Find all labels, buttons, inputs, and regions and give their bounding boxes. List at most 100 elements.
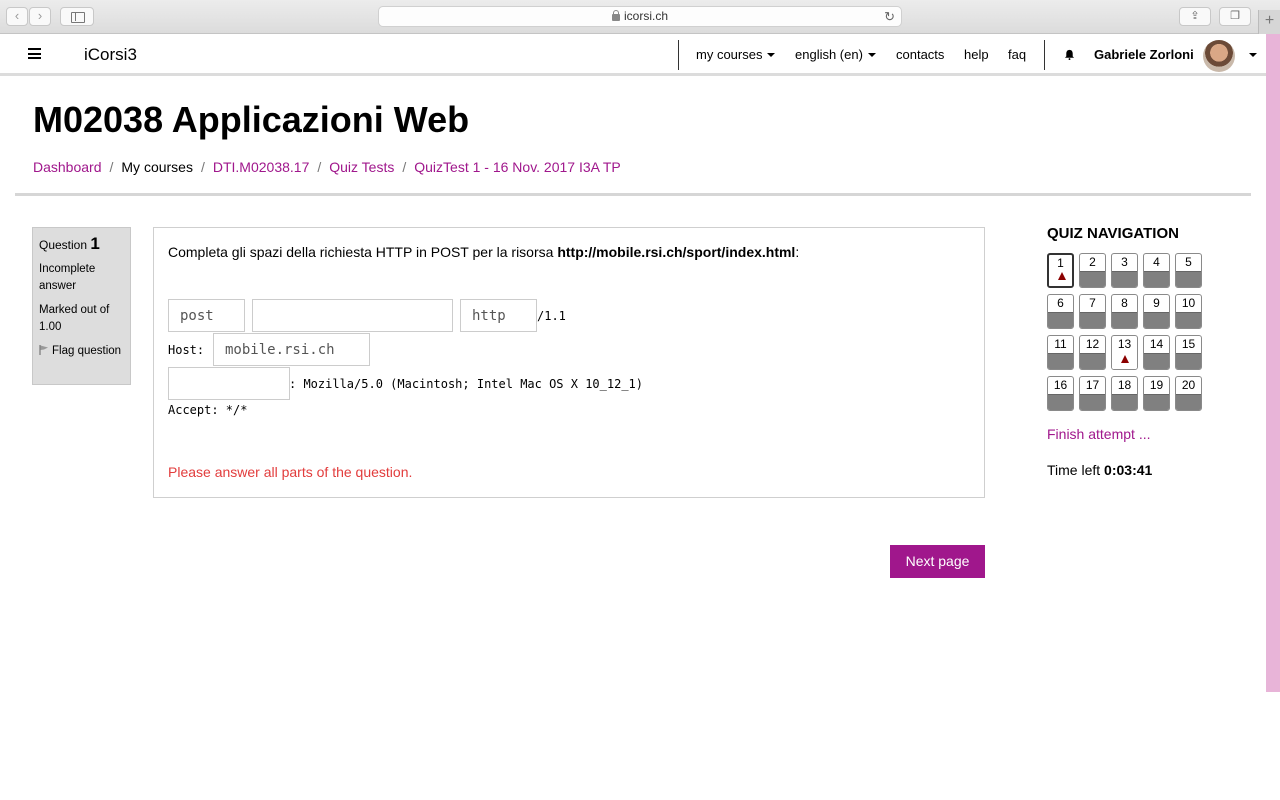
http-version: /1.1 (537, 309, 566, 323)
nav-help[interactable]: help (964, 47, 989, 62)
quiz-nav-number: 6 (1057, 296, 1064, 310)
finish-attempt-link[interactable]: Finish attempt ... (1047, 426, 1150, 442)
breadcrumb-dashboard[interactable]: Dashboard (33, 159, 102, 175)
accept-line: Accept: */* (168, 403, 248, 417)
quiz-nav-question-10[interactable]: 10 (1175, 294, 1202, 329)
scrollbar[interactable] (1266, 34, 1280, 692)
validation-error: Please answer all parts of the question. (168, 464, 413, 480)
quiz-nav-question-4[interactable]: 4 (1143, 253, 1170, 288)
flag-question-link[interactable]: Flag question (39, 343, 124, 360)
quiz-nav-question-3[interactable]: 3 (1111, 253, 1138, 288)
divider (15, 193, 1251, 196)
quiz-nav-question-6[interactable]: 6 (1047, 294, 1074, 329)
question-info: Question 1 Incomplete answer Marked out … (32, 227, 131, 385)
quiz-navigation-title: QUIZ NAVIGATION (1047, 225, 1179, 242)
question-state (1176, 271, 1201, 287)
quiz-nav-question-18[interactable]: 18 (1111, 376, 1138, 411)
nav-my-courses[interactable]: my courses (696, 47, 776, 62)
brand-logo[interactable]: iCorsi3 (84, 45, 137, 65)
chevron-down-icon (867, 53, 876, 57)
question-state (1080, 312, 1105, 328)
question-state (1112, 394, 1137, 410)
chevron-down-icon (767, 53, 776, 57)
user-agent-text: : Mozilla/5.0 (Macintosh; Intel Mac OS X… (289, 377, 644, 391)
question-marks: Marked out of 1.00 (39, 304, 110, 333)
breadcrumb-course[interactable]: DTI.M02038.17 (213, 159, 310, 175)
quiz-nav-question-7[interactable]: 7 (1079, 294, 1106, 329)
nav-contacts[interactable]: contacts (896, 47, 944, 62)
next-page-button[interactable]: Next page (890, 545, 985, 578)
quiz-nav-question-13[interactable]: 13 (1111, 335, 1138, 370)
quiz-nav-number: 4 (1153, 255, 1160, 269)
browser-toolbar: ‹ › icorsi.ch ↻ ⇪ ❐ + (0, 0, 1280, 34)
menu-icon[interactable] (28, 48, 41, 59)
quiz-nav-number: 14 (1149, 337, 1164, 351)
quiz-nav-number: 17 (1085, 378, 1100, 392)
quiz-nav-number: 5 (1185, 255, 1192, 269)
quiz-nav-question-9[interactable]: 9 (1143, 294, 1170, 329)
timer-value: 0:03:41 (1104, 462, 1153, 478)
question-state (1080, 353, 1105, 369)
quiz-nav-number: 15 (1181, 337, 1196, 351)
share-icon[interactable]: ⇪ (1179, 7, 1211, 26)
question-status: Incomplete answer (39, 263, 96, 292)
question-state (1048, 353, 1073, 369)
path-field[interactable] (252, 299, 453, 332)
host-field[interactable] (213, 333, 370, 366)
back-button[interactable]: ‹ (6, 7, 28, 26)
quiz-nav-question-11[interactable]: 11 (1047, 335, 1074, 370)
quiz-nav-number: 16 (1053, 378, 1068, 392)
quiz-nav-number: 13 (1117, 337, 1132, 351)
flag-triangle-icon (1112, 353, 1137, 369)
user-menu-chevron-down-icon[interactable] (1249, 53, 1257, 57)
quiz-nav-number: 7 (1089, 296, 1096, 310)
nav-faq[interactable]: faq (1008, 47, 1026, 62)
forward-button[interactable]: › (29, 7, 51, 26)
question-state (1144, 353, 1169, 369)
question-state (1048, 312, 1073, 328)
question-state (1112, 271, 1137, 287)
site-header: iCorsi3 my courses english (en) contacts… (0, 34, 1266, 76)
question-state (1144, 312, 1169, 328)
quiz-nav-question-1[interactable]: 1 (1047, 253, 1074, 288)
reload-icon[interactable]: ↻ (884, 7, 895, 26)
tabs-overview-icon[interactable]: ❐ (1219, 7, 1251, 26)
question-state (1176, 312, 1201, 328)
quiz-nav-question-15[interactable]: 15 (1175, 335, 1202, 370)
nav-language[interactable]: english (en) (795, 47, 876, 62)
question-content: Completa gli spazi della richiesta HTTP … (153, 227, 985, 498)
address-bar[interactable]: icorsi.ch ↻ (378, 6, 902, 27)
protocol-field[interactable] (460, 299, 537, 332)
flag-icon (39, 345, 48, 355)
quiz-nav-question-14[interactable]: 14 (1143, 335, 1170, 370)
breadcrumb-quiz[interactable]: QuizTest 1 - 16 Nov. 2017 I3A TP (414, 159, 620, 175)
quiz-nav-question-17[interactable]: 17 (1079, 376, 1106, 411)
header-divider (1044, 40, 1045, 70)
sidebar-toggle-icon[interactable] (60, 7, 94, 26)
user-name[interactable]: Gabriele Zorloni (1094, 47, 1194, 62)
new-tab-button[interactable]: + (1258, 10, 1280, 34)
quiz-nav-question-2[interactable]: 2 (1079, 253, 1106, 288)
quiz-nav-number: 18 (1117, 378, 1132, 392)
question-text: Completa gli spazi della richiesta HTTP … (168, 244, 800, 260)
quiz-nav-question-16[interactable]: 16 (1047, 376, 1074, 411)
lock-icon (611, 10, 620, 21)
question-state (1176, 353, 1201, 369)
url-text: icorsi.ch (623, 9, 668, 23)
quiz-nav-question-19[interactable]: 19 (1143, 376, 1170, 411)
quiz-nav-number: 2 (1089, 255, 1096, 269)
quiz-nav-question-12[interactable]: 12 (1079, 335, 1106, 370)
question-state (1144, 394, 1169, 410)
flag-triangle-icon (1049, 270, 1072, 286)
breadcrumb: Dashboard / My courses / DTI.M02038.17/Quiz … (33, 159, 621, 175)
avatar[interactable] (1203, 40, 1235, 72)
quiz-nav-question-5[interactable]: 5 (1175, 253, 1202, 288)
quiz-nav-question-20[interactable]: 20 (1175, 376, 1202, 411)
header-name-field[interactable] (168, 367, 290, 400)
method-field[interactable] (168, 299, 245, 332)
question-state (1176, 394, 1201, 410)
notification-bell-icon[interactable] (1064, 49, 1075, 60)
quiz-nav-question-8[interactable]: 8 (1111, 294, 1138, 329)
breadcrumb-quiz-tests[interactable]: Quiz Tests (329, 159, 394, 175)
question-state (1112, 312, 1137, 328)
